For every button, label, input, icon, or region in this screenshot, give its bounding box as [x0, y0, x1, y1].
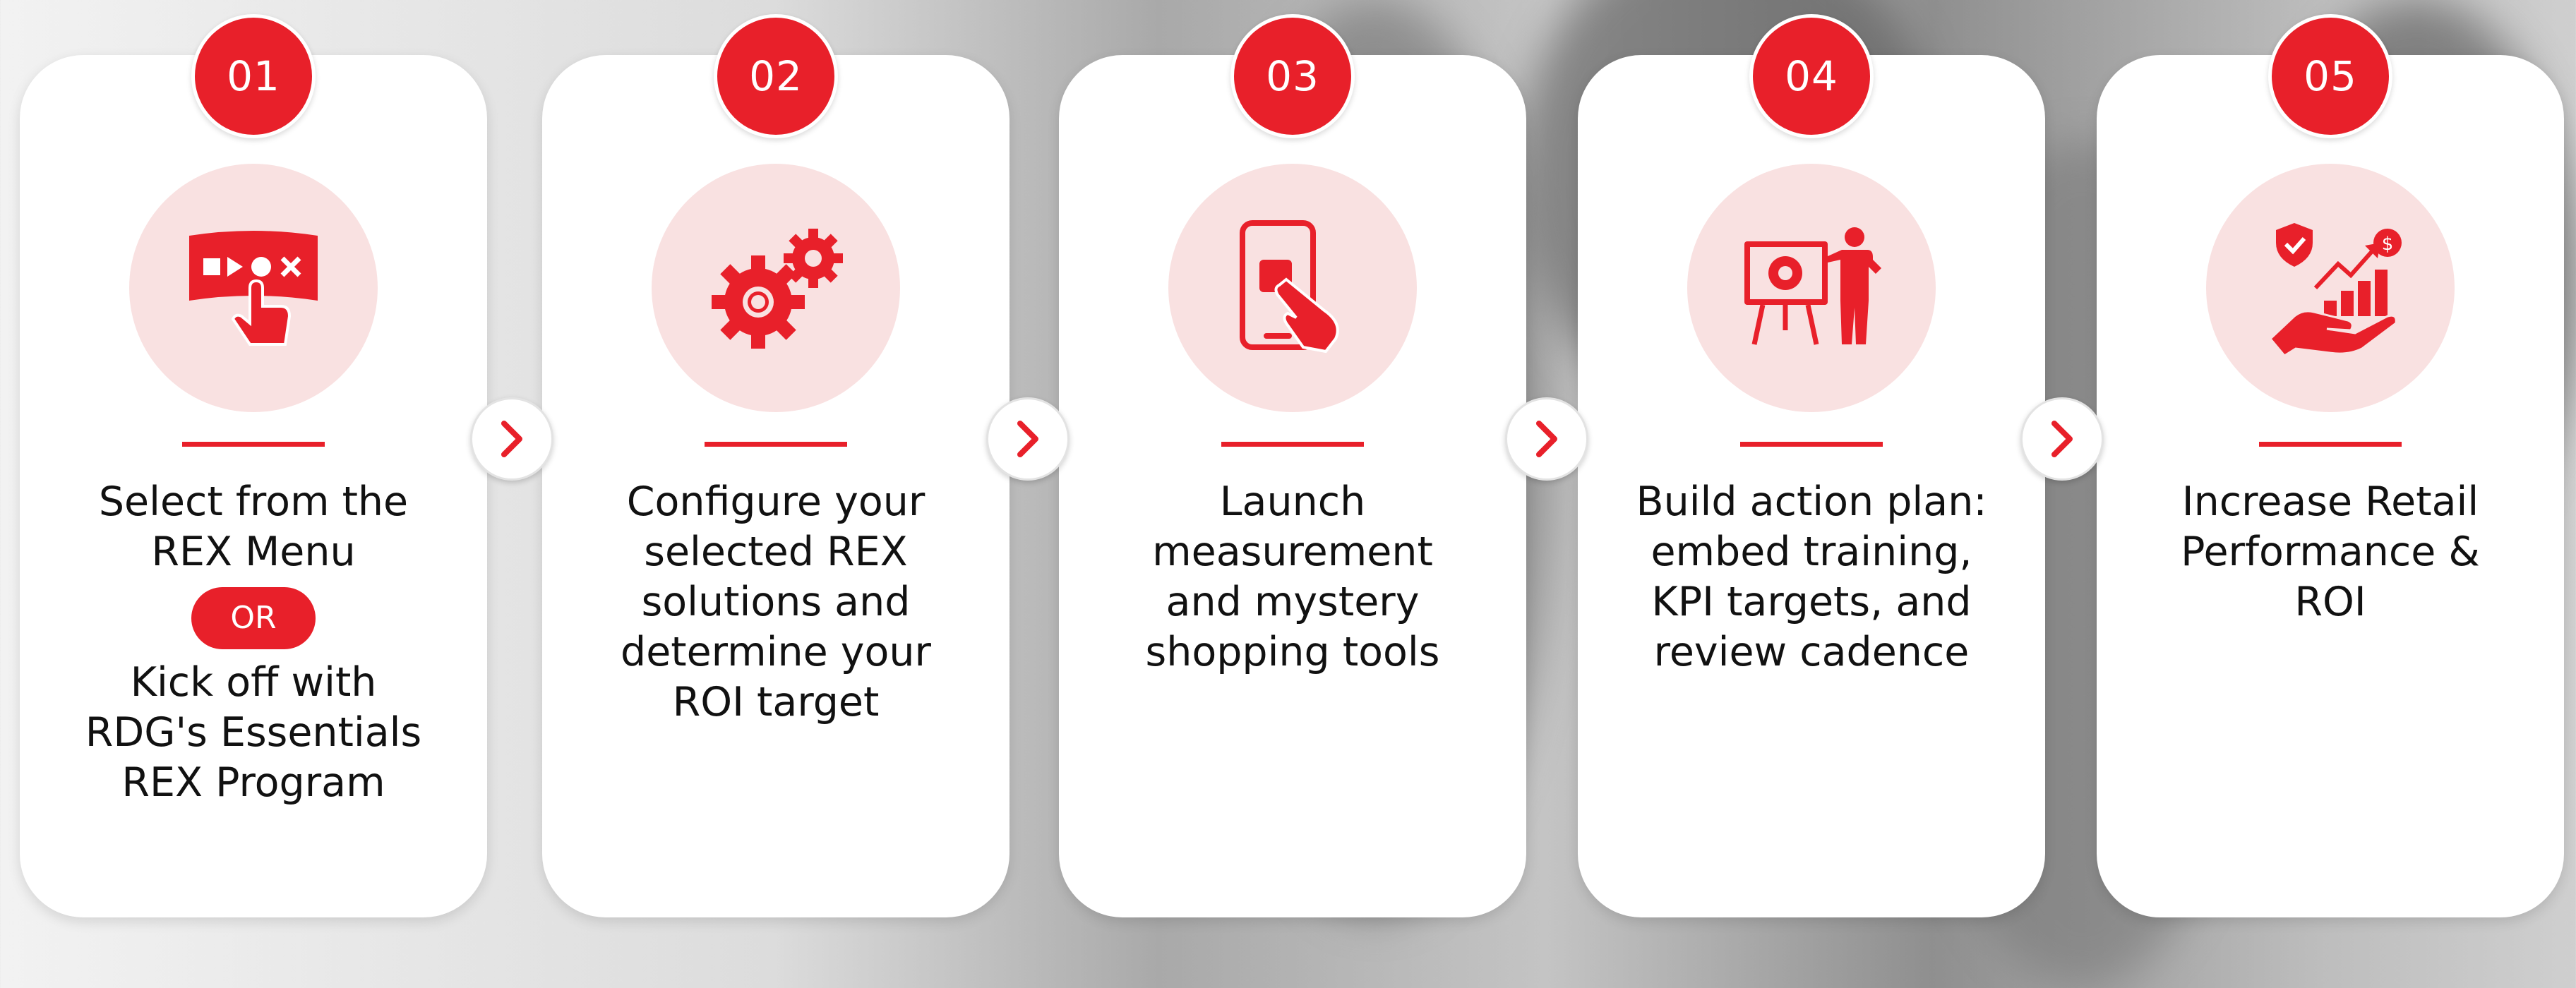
step-text: Configure your selected REX solutions an… — [570, 477, 981, 728]
text-line: ROI — [2294, 579, 2366, 625]
text-line: KPI targets, and — [1651, 579, 1972, 625]
next-step-arrow — [470, 397, 553, 481]
icon-circle — [1168, 164, 1417, 412]
step-card-3: Launch measurement and mystery shopping … — [1059, 55, 1526, 917]
step-card-1: Select from the REX Menu OR Kick off wit… — [20, 55, 487, 917]
text-line: Launch — [1219, 478, 1366, 525]
text-line: measurement — [1152, 529, 1433, 575]
next-step-arrow — [2020, 397, 2104, 481]
text-line: and mystery — [1166, 579, 1420, 625]
chevron-right-icon — [1536, 421, 1557, 457]
text-line: ROI target — [672, 679, 880, 725]
or-badge: OR — [191, 587, 316, 649]
icon-circle — [652, 164, 900, 412]
step-card-2: Configure your selected REX solutions an… — [542, 55, 1010, 917]
divider — [182, 442, 325, 447]
divider — [1740, 442, 1883, 447]
icon-circle: $ — [2206, 164, 2455, 412]
text-line: shopping tools — [1145, 629, 1440, 675]
chevron-right-icon — [501, 421, 522, 457]
step-number-badge: 02 — [714, 14, 838, 138]
divider — [705, 442, 847, 447]
text-line: Select from the — [98, 478, 409, 525]
text-line: REX Program — [121, 759, 385, 806]
text-line: Increase Retail — [2181, 478, 2479, 525]
text-line: selected REX — [644, 529, 908, 575]
text-line: Build action plan: — [1636, 478, 1987, 525]
phone-tap-icon — [1240, 220, 1339, 354]
gears-icon — [712, 229, 843, 349]
text-line: Configure your — [626, 478, 925, 525]
text-line: Kick off with — [130, 659, 377, 706]
divider — [1221, 442, 1364, 447]
text-line: embed training, — [1651, 529, 1972, 575]
step-text: Select from the REX Menu OR Kick off wit… — [48, 477, 459, 808]
icon-circle — [1687, 164, 1936, 412]
step-number-badge: 01 — [191, 14, 316, 138]
text-line: RDG's Essentials — [85, 709, 422, 756]
step-text: Increase Retail Performance & ROI — [2125, 477, 2536, 627]
divider — [2259, 442, 2402, 447]
step-number-badge: 05 — [2268, 14, 2392, 138]
step-card-5: $ Increase Retail Performance & ROI — [2097, 55, 2564, 917]
text-line: review cadence — [1653, 629, 1970, 675]
text-line: solutions and — [641, 579, 911, 625]
text-line: Performance & — [2181, 529, 2480, 575]
next-step-arrow — [1505, 397, 1588, 481]
growth-hand-icon: $ — [2268, 223, 2402, 357]
text-line: determine your — [621, 629, 931, 675]
step-card-4: Build action plan: embed training, KPI t… — [1578, 55, 2045, 917]
chevron-right-icon — [2051, 421, 2073, 457]
chevron-right-icon — [1017, 421, 1038, 457]
presentation-icon — [1744, 227, 1881, 345]
step-text: Launch measurement and mystery shopping … — [1087, 477, 1498, 677]
touch-menu-icon — [189, 231, 318, 346]
next-step-arrow — [986, 397, 1070, 481]
step-number-badge: 03 — [1230, 14, 1355, 138]
step-text: Build action plan: embed training, KPI t… — [1606, 477, 2017, 677]
step-number-badge: 04 — [1749, 14, 1874, 138]
svg-text:$: $ — [2382, 234, 2394, 255]
icon-circle — [129, 164, 378, 412]
text-line: REX Menu — [151, 529, 356, 575]
